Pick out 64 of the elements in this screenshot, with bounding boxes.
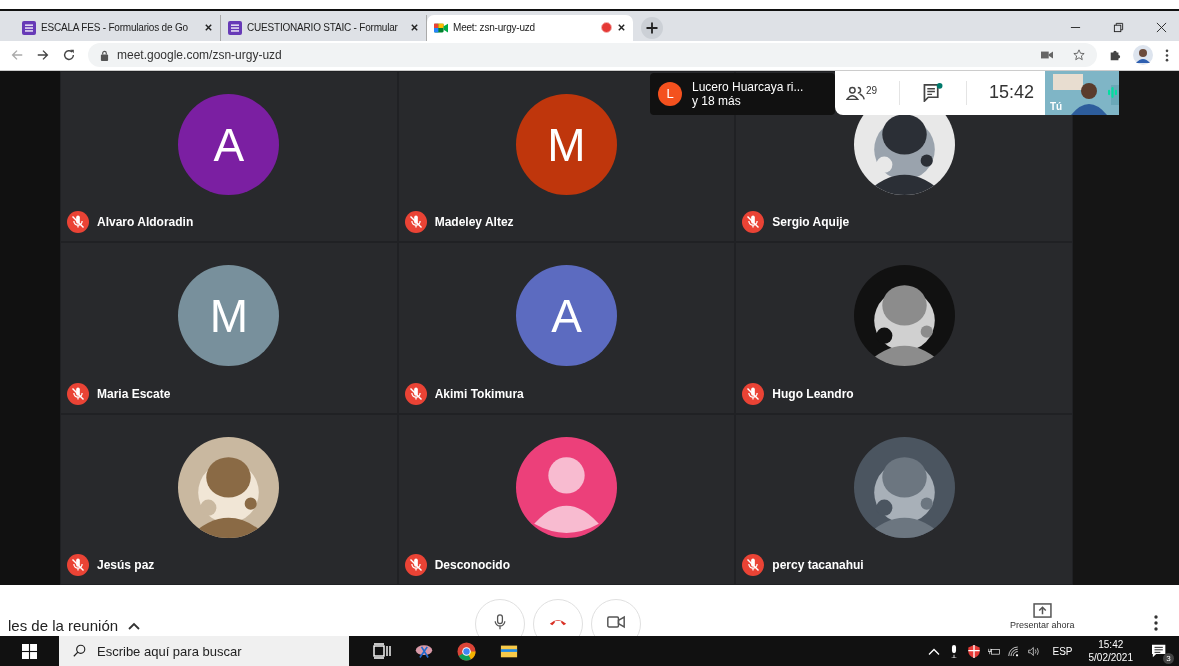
participant-name: Akimi Tokimura bbox=[434, 386, 524, 401]
participant-name: Maria Escate bbox=[97, 386, 171, 401]
close-icon[interactable] bbox=[617, 23, 626, 33]
present-icon bbox=[1032, 603, 1052, 619]
meeting-clock: 15:42 bbox=[988, 82, 1034, 104]
notification-title: Lucero Huarcaya ri... bbox=[692, 79, 804, 94]
notification-avatar: L bbox=[658, 81, 682, 106]
present-now-button[interactable]: Presentar ahora bbox=[1010, 603, 1075, 631]
participant-avatar: M bbox=[178, 265, 280, 367]
taskbar-search-field[interactable]: Escribe aquí para buscar bbox=[59, 636, 349, 666]
forward-icon[interactable] bbox=[36, 48, 50, 63]
participant-name: Alvaro Aldoradin bbox=[97, 215, 194, 230]
windows-start-icon[interactable] bbox=[22, 643, 37, 659]
task-view-icon[interactable] bbox=[373, 643, 391, 659]
browser-tab[interactable]: ESCALA FES - Formularios de Go bbox=[15, 14, 221, 41]
participant-name: Jesús paz bbox=[97, 558, 155, 573]
close-icon[interactable] bbox=[410, 23, 419, 33]
camera-icon bbox=[607, 614, 625, 631]
participant-avatar: M bbox=[516, 94, 617, 196]
folder-icon[interactable] bbox=[500, 643, 518, 659]
address-bar[interactable]: meet.google.com/zsn-urgy-uzd bbox=[88, 43, 1097, 68]
notification-center-icon[interactable] bbox=[1150, 643, 1168, 659]
browser-tab[interactable]: Meet: zsn-urgy-uzd bbox=[427, 14, 633, 41]
forms-icon bbox=[228, 20, 242, 35]
star-icon[interactable] bbox=[1073, 49, 1085, 62]
camera-button[interactable] bbox=[591, 599, 641, 636]
notification-subtitle: y 18 más bbox=[692, 93, 741, 108]
caret-icon bbox=[128, 621, 141, 630]
new-tab-icon[interactable] bbox=[641, 16, 663, 39]
reload-icon[interactable] bbox=[62, 48, 76, 63]
chat-icon[interactable] bbox=[922, 83, 944, 103]
forms-icon bbox=[22, 20, 36, 35]
snipping-tool-icon[interactable] bbox=[415, 643, 433, 659]
microphone-button[interactable] bbox=[475, 599, 525, 636]
participant-name: Sergio Aquije bbox=[772, 215, 850, 230]
shield-icon[interactable] bbox=[968, 644, 981, 658]
taskbar-date: 5/02/2021 bbox=[1088, 651, 1133, 664]
audio-level-icon bbox=[1108, 86, 1117, 98]
participant-name: Hugo Leandro bbox=[772, 386, 854, 401]
participant-name: Madeley Altez bbox=[434, 215, 514, 230]
notification-count: 3 bbox=[1163, 653, 1174, 664]
chrome-icon[interactable] bbox=[457, 641, 476, 661]
lock-icon bbox=[100, 49, 109, 61]
close-icon[interactable] bbox=[204, 23, 213, 33]
people-icon bbox=[845, 84, 866, 101]
more-options-icon[interactable] bbox=[1154, 615, 1158, 632]
restore-icon[interactable] bbox=[1113, 21, 1124, 33]
participant-name: Desconocido bbox=[434, 558, 510, 573]
language-indicator[interactable]: ESP bbox=[1052, 645, 1073, 657]
participant-avatar: A bbox=[178, 94, 280, 196]
meeting-details-button[interactable]: les de la reunión bbox=[8, 617, 141, 636]
browser-tab[interactable]: CUESTIONARIO STAIC - Formular bbox=[221, 14, 427, 41]
profile-avatar-icon[interactable] bbox=[1133, 45, 1153, 66]
menu-icon[interactable] bbox=[1165, 48, 1169, 62]
wifi-icon[interactable] bbox=[1008, 644, 1021, 658]
participant-avatar: A bbox=[516, 265, 617, 367]
puzzle-icon[interactable] bbox=[1109, 49, 1121, 62]
self-label: Tú bbox=[1050, 100, 1063, 112]
close-icon[interactable] bbox=[1156, 21, 1167, 33]
people-button[interactable]: 29 bbox=[845, 84, 878, 101]
search-icon bbox=[73, 644, 86, 657]
participant-name: percy tacanahui bbox=[772, 558, 864, 573]
volume-icon[interactable] bbox=[1028, 644, 1041, 658]
taskbar-time: 15:42 bbox=[1098, 638, 1124, 651]
